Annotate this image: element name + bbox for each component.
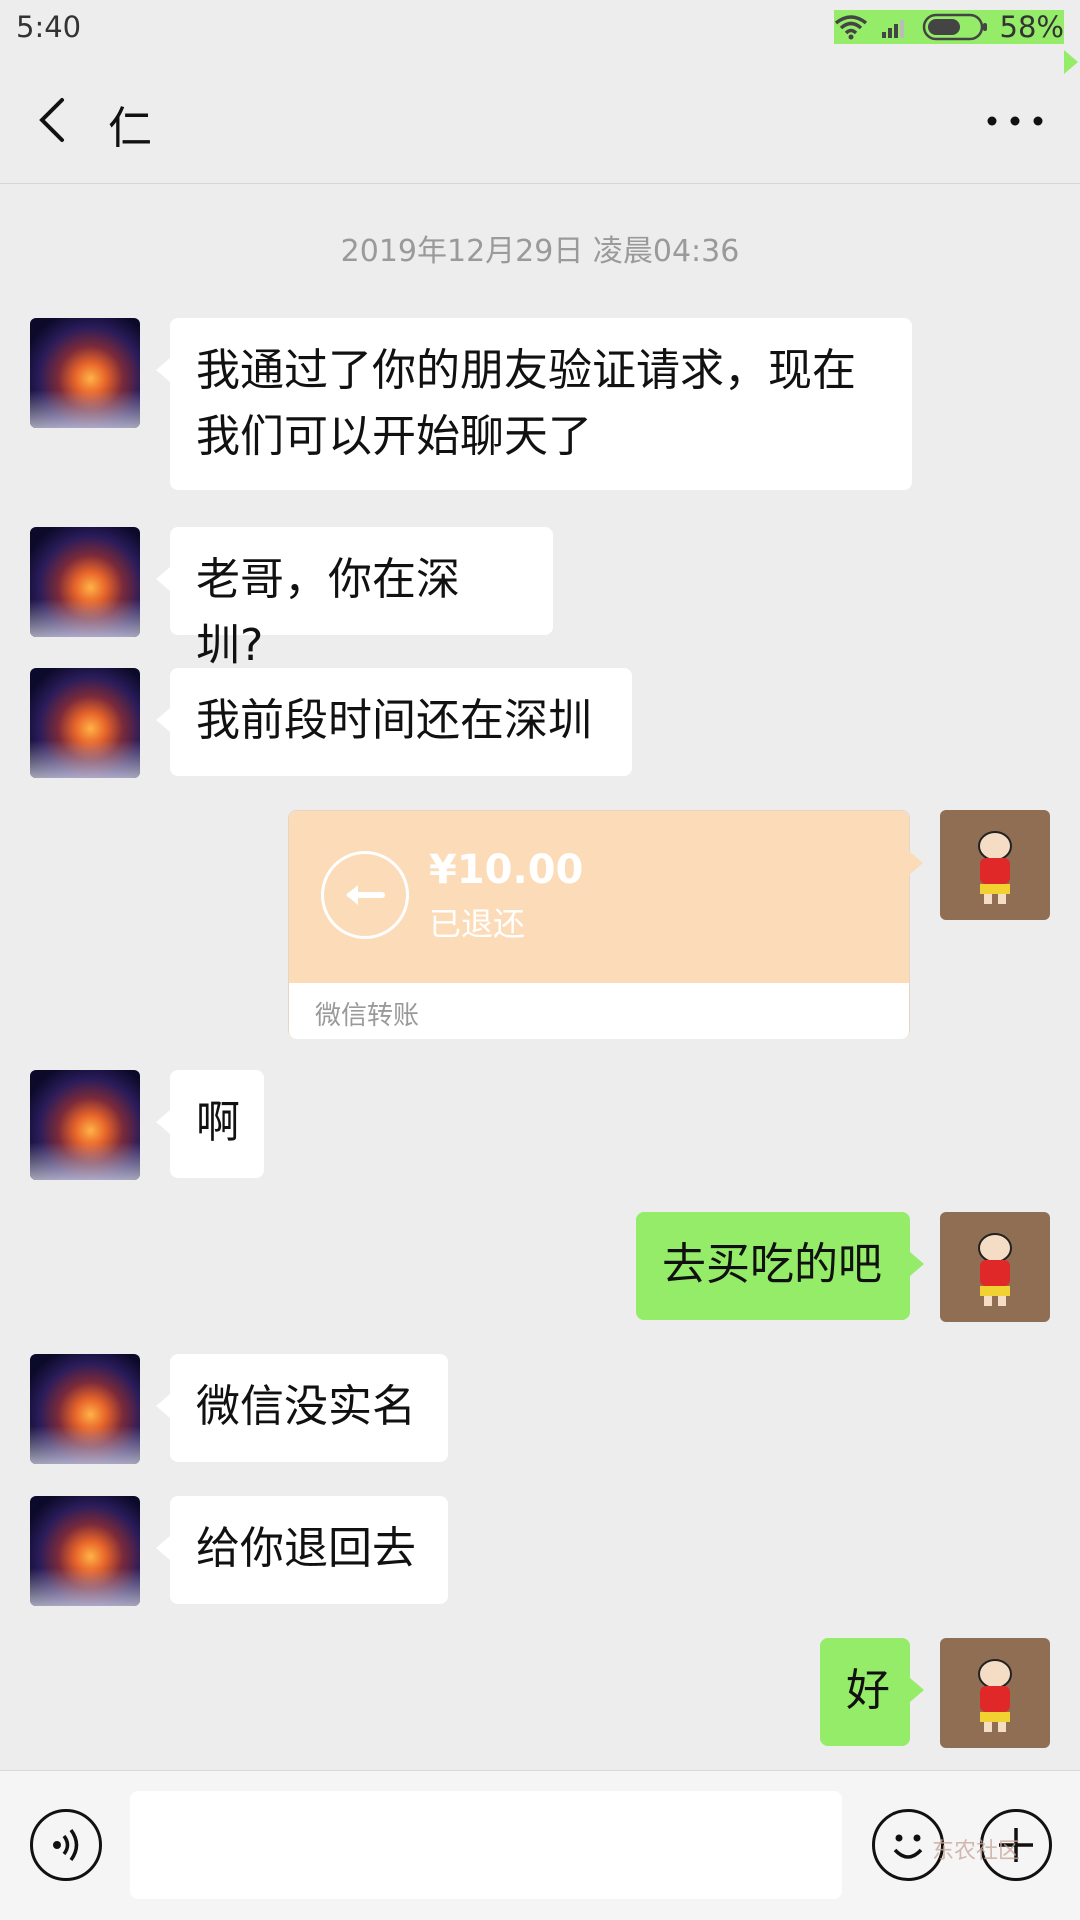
message-input[interactable]: [130, 1791, 842, 1899]
battery-percent: 58%: [999, 10, 1064, 44]
contact-avatar[interactable]: [30, 527, 140, 637]
chat-title: 仁: [108, 103, 152, 154]
watermark: 东农社区: [932, 1839, 1021, 1864]
transfer-card[interactable]: ¥10.00 已退还 微信转账: [288, 810, 923, 1039]
transfer-card-footer: 微信转账: [289, 983, 909, 1039]
message-text: 啊: [196, 1097, 240, 1148]
my-avatar[interactable]: [940, 810, 1050, 920]
contact-avatar[interactable]: [30, 668, 140, 778]
voice-icon[interactable]: [30, 1809, 102, 1881]
status-time: 5:40: [16, 10, 82, 44]
transfer-amount: ¥10.00: [429, 847, 584, 893]
message-bubble-incoming[interactable]: 微信没实名: [156, 1354, 448, 1462]
message-bubble-incoming[interactable]: 老哥，你在深圳?: [156, 527, 553, 671]
cartoon-avatar-icon: [978, 1659, 1012, 1732]
contact-avatar[interactable]: [30, 318, 140, 428]
chat-timestamp: 2019年12月29日 凌晨04:36: [340, 234, 740, 269]
contact-avatar[interactable]: [30, 1354, 140, 1464]
input-bar: 东农社区: [0, 1770, 1080, 1920]
message-bubble-incoming[interactable]: 我前段时间还在深圳: [156, 668, 632, 776]
signal-icon: [881, 20, 904, 38]
transfer-card-body: ¥10.00 已退还: [289, 811, 923, 983]
battery-icon: [922, 13, 987, 41]
back-arrow-icon[interactable]: [28, 90, 88, 150]
refund-arrow-icon: [321, 851, 409, 939]
wifi-icon: [834, 15, 867, 40]
message-bubble-outgoing[interactable]: 好: [820, 1638, 924, 1746]
message-bubble-incoming[interactable]: 啊: [156, 1070, 264, 1178]
contact-avatar[interactable]: [30, 1496, 140, 1606]
cartoon-avatar-icon: [978, 1233, 1012, 1306]
my-avatar[interactable]: [940, 1638, 1050, 1748]
more-options-icon[interactable]: [980, 96, 1050, 146]
contact-avatar[interactable]: [30, 1070, 140, 1180]
message-bubble-incoming[interactable]: 我通过了你的朋友验证请求，现在我们可以开始聊天了: [156, 318, 912, 490]
status-icons: 58%: [833, 10, 1079, 74]
cartoon-avatar-icon: [978, 831, 1012, 904]
transfer-label: 微信转账: [315, 1001, 420, 1031]
message-text: 老哥，你在深圳?: [196, 554, 460, 671]
my-avatar[interactable]: [940, 1212, 1050, 1322]
message-text: 去买吃的吧: [662, 1239, 882, 1290]
message-text: 给你退回去: [196, 1523, 416, 1574]
message-text: 我前段时间还在深圳: [196, 695, 592, 746]
status-bar: 5:40 58%: [0, 0, 1080, 74]
chat-header: 仁: [0, 56, 1080, 184]
message-text: 好: [846, 1665, 890, 1716]
message-text: 我通过了你的朋友验证请求，现在我们可以开始聊天了: [196, 345, 856, 462]
transfer-status: 已退还: [429, 905, 526, 943]
message-bubble-outgoing[interactable]: 去买吃的吧: [636, 1212, 924, 1320]
message-bubble-incoming[interactable]: 给你退回去: [156, 1496, 448, 1604]
message-text: 微信没实名: [196, 1381, 416, 1432]
